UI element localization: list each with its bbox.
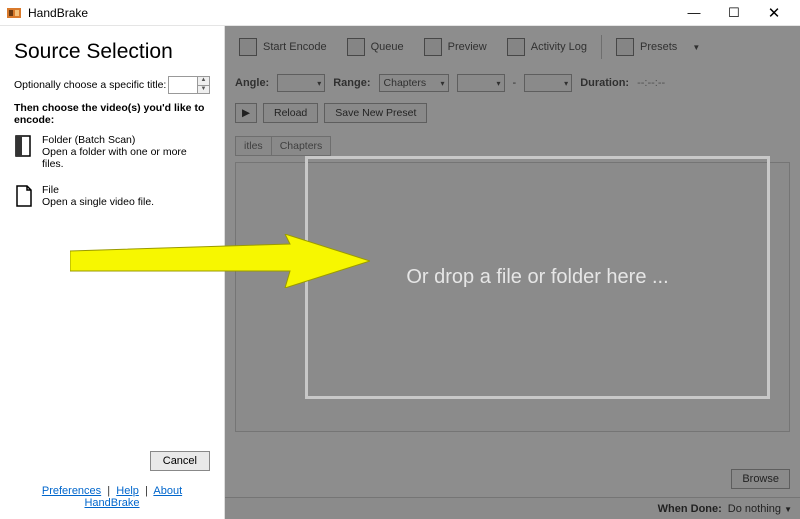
- drop-zone-message: Or drop a file or folder here ...: [406, 266, 668, 289]
- folder-option[interactable]: Folder (Batch Scan) Open a folder with o…: [14, 134, 210, 170]
- footer-links: Preferences | Help | About HandBrake: [14, 485, 210, 509]
- content-area: Start Encode Queue Preview Activity Log …: [225, 26, 800, 519]
- title-spinner[interactable]: ▲▼: [168, 76, 210, 94]
- file-option[interactable]: File Open a single video file.: [14, 184, 210, 208]
- help-link[interactable]: Help: [116, 485, 139, 497]
- title-bar: HandBrake — ☐ ✕: [0, 0, 800, 26]
- file-option-desc: Open a single video file.: [42, 196, 154, 208]
- file-icon: [14, 184, 34, 208]
- spinner-down-icon[interactable]: ▼: [198, 86, 209, 94]
- app-icon: [6, 5, 22, 21]
- title-hint-label: Optionally choose a specific title:: [14, 79, 166, 91]
- window-title: HandBrake: [28, 6, 674, 20]
- preferences-link[interactable]: Preferences: [42, 485, 101, 497]
- folder-icon: [14, 134, 34, 158]
- file-option-title: File: [42, 184, 154, 196]
- source-selection-panel: Source Selection Optionally choose a spe…: [0, 26, 225, 519]
- folder-option-title: Folder (Batch Scan): [42, 134, 210, 146]
- close-button[interactable]: ✕: [754, 0, 794, 26]
- minimize-button[interactable]: —: [674, 0, 714, 26]
- maximize-button[interactable]: ☐: [714, 0, 754, 26]
- drop-zone[interactable]: Or drop a file or folder here ...: [305, 156, 770, 399]
- panel-heading: Source Selection: [14, 40, 210, 64]
- folder-option-desc: Open a folder with one or more files.: [42, 146, 210, 170]
- spinner-up-icon[interactable]: ▲: [198, 77, 209, 86]
- cancel-button[interactable]: Cancel: [150, 451, 210, 471]
- encode-hint-label: Then choose the video(s) you'd like to e…: [14, 102, 210, 126]
